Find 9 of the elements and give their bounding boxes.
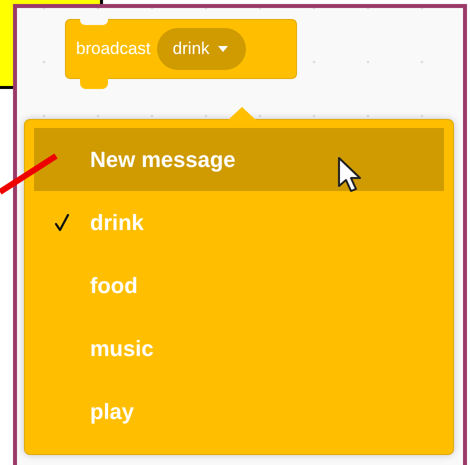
menu-item[interactable]: food [34, 254, 444, 317]
menu-item[interactable]: music [34, 317, 444, 380]
menu-item[interactable]: New message [34, 128, 444, 191]
menu-item[interactable]: play [34, 380, 444, 443]
caret-icon [218, 46, 228, 52]
cursor-icon [337, 156, 363, 194]
message-dropdown[interactable]: drink [156, 28, 246, 70]
block-label: broadcast [76, 39, 151, 59]
menu-item[interactable]: drink [34, 191, 444, 254]
